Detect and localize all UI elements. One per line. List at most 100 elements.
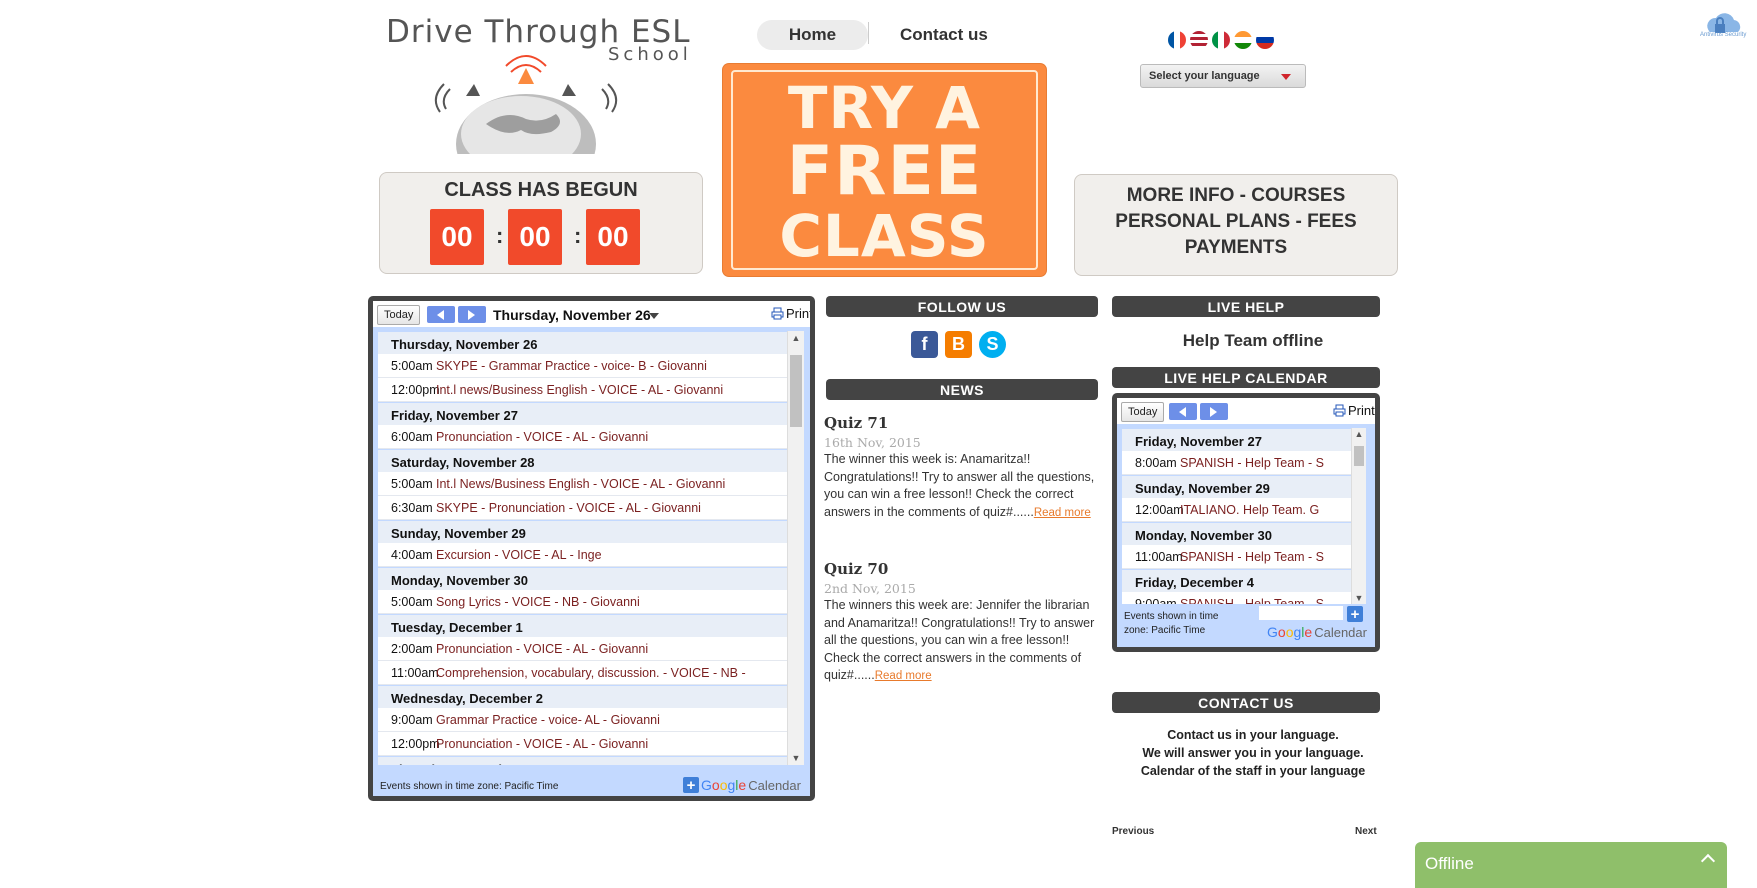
google-calendar-logo[interactable]: Google Calendar bbox=[1267, 624, 1367, 640]
next-link[interactable]: Next bbox=[1355, 826, 1377, 837]
calendar-event[interactable]: 8:00am SPANISH - Help Team - S bbox=[1122, 451, 1351, 475]
calendar-event[interactable]: 11:00am Comprehension, vocabulary, discus… bbox=[378, 661, 787, 685]
nav-contact-link[interactable]: Contact us bbox=[900, 25, 988, 45]
flag-india-icon[interactable] bbox=[1234, 31, 1252, 49]
event-title[interactable]: Pronunciation - VOICE - AL - Giovanni bbox=[436, 430, 648, 444]
language-select[interactable]: Select your language bbox=[1140, 64, 1306, 88]
calendar-today-button[interactable]: Today bbox=[377, 305, 421, 325]
google-calendar-logo[interactable]: Google Calendar bbox=[701, 777, 801, 793]
calendar-event[interactable]: 2:00am Pronunciation - VOICE - AL - Giova… bbox=[378, 637, 787, 661]
calendar-event[interactable]: 12:00am ITALIANO. Help Team. G bbox=[1122, 498, 1351, 522]
news-item-title[interactable]: Quiz 70 bbox=[824, 560, 1098, 578]
free-class-line2: FREE bbox=[786, 132, 983, 211]
help-calendar: Today Print Friday, November 27 8:00am SPA… bbox=[1112, 393, 1380, 652]
scroll-up-icon[interactable]: ▲ bbox=[1352, 429, 1366, 439]
calendar-event[interactable]: 5:00am SKYPE - Grammar Practice - voice- … bbox=[378, 354, 787, 378]
scroll-up-icon[interactable]: ▲ bbox=[788, 333, 804, 343]
calendar-scrollbar[interactable]: ▲ ▼ bbox=[787, 331, 804, 765]
contact-line: We will answer you in your language. bbox=[1142, 745, 1364, 760]
countdown-hours: 00 bbox=[430, 209, 484, 265]
skype-icon[interactable]: S bbox=[979, 331, 1006, 358]
try-free-class-banner[interactable]: TRY A FREE CLASS bbox=[723, 64, 1046, 276]
calendar-event[interactable]: 4:00am Excursion - VOICE - AL - Inge bbox=[378, 543, 787, 567]
language-flags bbox=[1168, 31, 1274, 49]
add-event-field[interactable] bbox=[1259, 606, 1343, 620]
event-title[interactable]: SKYPE - Grammar Practice - voice- B - Gi… bbox=[436, 359, 707, 373]
calendar-print-button[interactable]: Print bbox=[1333, 403, 1375, 418]
read-more-link[interactable]: Read more bbox=[875, 670, 932, 682]
follow-us-heading: FOLLOW US bbox=[826, 296, 1098, 317]
flag-usa-icon[interactable] bbox=[1190, 31, 1208, 49]
news-item-body: The winner this week is: Anamaritza!! Co… bbox=[824, 451, 1098, 522]
blogger-icon[interactable]: B bbox=[945, 331, 972, 358]
event-title[interactable]: SKYPE - Pronunciation - VOICE - AL - Gio… bbox=[436, 501, 701, 515]
calendar-event[interactable]: 6:00am Pronunciation - VOICE - AL - Giova… bbox=[378, 425, 787, 449]
event-title[interactable]: Int.l News/Business English - VOICE - AL… bbox=[436, 477, 725, 491]
event-title[interactable]: ITALIANO. Help Team. G bbox=[1180, 503, 1319, 517]
security-badge-label: Antivirus Security bbox=[1700, 32, 1747, 38]
nav-home-link[interactable]: Home bbox=[757, 20, 868, 50]
event-title[interactable]: SPANISH - Help Team - S bbox=[1180, 597, 1324, 605]
add-to-google-calendar-icon[interactable]: + bbox=[1347, 606, 1363, 623]
event-time: 12:00pm bbox=[391, 736, 440, 751]
event-title[interactable]: Pronunciation - VOICE - AL - Giovanni bbox=[436, 737, 648, 751]
calendar-event[interactable]: 11:00am SPANISH - Help Team - S bbox=[1122, 545, 1351, 569]
event-title[interactable]: Excursion - VOICE - AL - Inge bbox=[436, 548, 602, 562]
calendar-prev-icon[interactable] bbox=[1169, 403, 1197, 420]
timezone-line: Events shown in time bbox=[1124, 611, 1219, 622]
calendar-current-date[interactable]: Thursday, November 26 bbox=[493, 307, 651, 323]
event-title[interactable]: Song Lyrics - VOICE - NB - Giovanni bbox=[436, 595, 640, 609]
facebook-icon[interactable]: f bbox=[911, 331, 938, 358]
news-item-title[interactable]: Quiz 71 bbox=[824, 414, 1098, 432]
scroll-thumb[interactable] bbox=[1354, 446, 1364, 466]
read-more-link[interactable]: Read more bbox=[1034, 507, 1091, 519]
event-title[interactable]: Pronunciation - VOICE - AL - Giovanni bbox=[436, 642, 648, 656]
previous-link[interactable]: Previous bbox=[1112, 826, 1154, 837]
calendar-event[interactable]: 9:00am SPANISH - Help Team - S bbox=[1122, 592, 1351, 605]
scroll-down-icon[interactable]: ▼ bbox=[788, 753, 804, 763]
calendar-toolbar: Today Print bbox=[1117, 398, 1375, 424]
calendar-next-icon[interactable] bbox=[458, 306, 486, 323]
date-dropdown-caret-icon[interactable] bbox=[649, 313, 659, 319]
calendar-agenda-list: Thursday, November 26 5:00am SKYPE - Gramm… bbox=[378, 331, 787, 765]
calendar-event[interactable]: 5:00am Song Lyrics - VOICE - NB - Giovann… bbox=[378, 590, 787, 614]
scroll-down-icon[interactable]: ▼ bbox=[1352, 593, 1366, 603]
class-calendar: Today Thursday, November 26 Print Thursd… bbox=[368, 296, 815, 801]
calendar-scrollbar[interactable]: ▲ ▼ bbox=[1351, 428, 1366, 604]
contact-us-text: Contact us in your language. We will ans… bbox=[1108, 727, 1398, 780]
live-help-heading: LIVE HELP bbox=[1112, 296, 1380, 317]
calendar-event[interactable]: 9:00am Grammar Practice - voice- AL - Gio… bbox=[378, 708, 787, 732]
calendar-today-button[interactable]: Today bbox=[1121, 402, 1165, 422]
calendar-event[interactable]: 12:00pm Int.l news/Business English - VOI… bbox=[378, 378, 787, 402]
chat-widget-bar[interactable]: Offline bbox=[1415, 842, 1727, 888]
calendar-day-header: Friday, November 27 bbox=[378, 402, 787, 425]
flag-italy-icon[interactable] bbox=[1212, 31, 1230, 49]
calendar-event[interactable]: 12:00pm Pronunciation - VOICE - AL - Giov… bbox=[378, 732, 787, 756]
event-title[interactable]: SPANISH - Help Team - S bbox=[1180, 456, 1324, 470]
calendar-print-button[interactable]: Print bbox=[771, 306, 810, 321]
calendar-next-icon[interactable] bbox=[1200, 403, 1228, 420]
event-title[interactable]: Int.l news/Business English - VOICE - AL… bbox=[436, 383, 723, 397]
calendar-prev-icon[interactable] bbox=[427, 306, 455, 323]
event-time: 9:00am bbox=[391, 712, 433, 727]
calendar-event[interactable]: 6:30am SKYPE - Pronunciation - VOICE - AL… bbox=[378, 496, 787, 520]
more-info-line1: MORE INFO - COURSES bbox=[1126, 185, 1346, 206]
flag-france-icon[interactable] bbox=[1168, 31, 1186, 49]
site-logo[interactable]: Drive Through ESL School bbox=[386, 14, 706, 154]
calendar-event[interactable]: 5:00am Int.l News/Business English - VOIC… bbox=[378, 472, 787, 496]
event-time: 12:00am bbox=[1135, 502, 1184, 517]
chevron-up-icon[interactable] bbox=[1700, 853, 1716, 869]
security-badge-icon[interactable] bbox=[1700, 10, 1748, 44]
more-info-button[interactable]: MORE INFO - COURSES PERSONAL PLANS - FEE… bbox=[1074, 174, 1398, 276]
event-time: 11:00am bbox=[1135, 549, 1183, 564]
calendar-day-header: Thursday, November 26 bbox=[378, 331, 787, 354]
calendar-day-header: Sunday, November 29 bbox=[1122, 475, 1351, 498]
calendar-toolbar: Today Thursday, November 26 Print bbox=[373, 301, 810, 327]
news-item: Quiz 70 2nd Nov, 2015 The winners this w… bbox=[824, 560, 1098, 686]
flag-russia-icon[interactable] bbox=[1256, 31, 1274, 49]
event-title[interactable]: Comprehension, vocabulary, discussion. -… bbox=[436, 666, 746, 680]
event-title[interactable]: SPANISH - Help Team - S bbox=[1180, 550, 1324, 564]
add-to-google-calendar-icon[interactable]: + bbox=[683, 777, 699, 794]
scroll-thumb[interactable] bbox=[790, 355, 802, 427]
event-title[interactable]: Grammar Practice - voice- AL - Giovanni bbox=[436, 713, 660, 727]
